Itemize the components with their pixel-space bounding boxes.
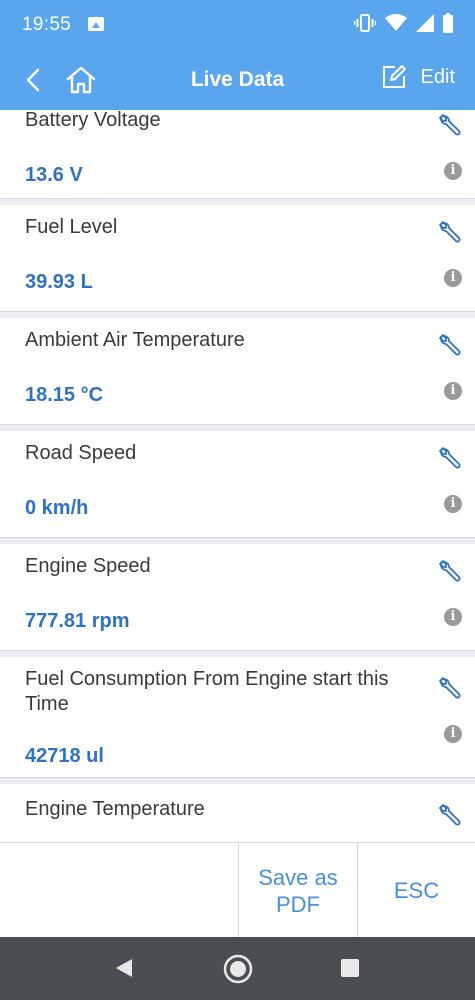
- item-name: Fuel Level: [25, 216, 118, 238]
- info-icon[interactable]: i: [444, 162, 462, 180]
- wifi-icon: [385, 14, 407, 31]
- item-value: 39.93 L: [25, 271, 93, 293]
- edit-icon: [382, 65, 406, 88]
- wrench-icon[interactable]: [437, 332, 463, 358]
- nav-back-icon[interactable]: [114, 957, 134, 979]
- vibrate-icon: [354, 14, 376, 32]
- wrench-icon[interactable]: [437, 675, 463, 701]
- wrench-icon[interactable]: [437, 219, 463, 245]
- wrench-icon[interactable]: [437, 445, 463, 471]
- status-time: 19:55: [22, 14, 72, 35]
- status-bar: 19:55: [0, 0, 475, 50]
- item-name: Battery Voltage: [25, 110, 161, 131]
- item-name: Road Speed: [25, 442, 137, 464]
- list-item: Engine Temperature: [0, 784, 475, 842]
- info-icon[interactable]: i: [444, 269, 462, 287]
- item-value: 18.15 °C: [25, 384, 104, 406]
- item-name: Engine Speed: [25, 555, 151, 577]
- list-item: Fuel Level 39.93 L i: [0, 205, 475, 312]
- image-notification-icon: [88, 17, 104, 31]
- item-name: Ambient Air Temperature: [25, 329, 245, 351]
- esc-button[interactable]: ESC: [358, 843, 475, 938]
- list-item: Road Speed 0 km/h i: [0, 431, 475, 538]
- list-item: Battery Voltage 13.6 V i: [0, 110, 475, 199]
- list-item: Ambient Air Temperature 18.15 °C i: [0, 318, 475, 425]
- nav-recents-icon[interactable]: [340, 958, 360, 978]
- item-value: 42718 ul: [25, 745, 104, 767]
- item-name: Engine Temperature: [25, 798, 205, 820]
- app-bar: Live Data Edit: [0, 50, 475, 110]
- list-item: Fuel Consumption From Engine start this …: [0, 657, 475, 778]
- item-value: 0 km/h: [25, 497, 89, 519]
- edit-label: Edit: [420, 65, 455, 88]
- esc-label: ESC: [393, 878, 440, 903]
- save-as-pdf-label: Save as PDF: [258, 864, 338, 917]
- item-value: 13.6 V: [25, 164, 83, 186]
- wrench-icon[interactable]: [437, 802, 463, 828]
- live-data-list[interactable]: Battery Voltage 13.6 V i Fuel Level 39.9…: [0, 110, 475, 842]
- signal-icon: [416, 14, 434, 32]
- edit-button[interactable]: Edit: [381, 64, 455, 90]
- info-icon[interactable]: i: [444, 495, 462, 513]
- item-value: 777.81 rpm: [25, 610, 130, 632]
- info-icon[interactable]: i: [444, 382, 462, 400]
- system-nav-bar: [0, 937, 475, 1000]
- item-name: Fuel Consumption From Engine start this …: [25, 668, 389, 715]
- list-item: Engine Speed 777.81 rpm i: [0, 544, 475, 651]
- action-bar: Save as PDF ESC: [0, 842, 475, 938]
- save-as-pdf-button[interactable]: Save as PDF: [239, 843, 357, 938]
- status-icons: [354, 13, 453, 33]
- info-icon[interactable]: i: [444, 608, 462, 626]
- wrench-icon[interactable]: [437, 558, 463, 584]
- info-icon[interactable]: i: [444, 725, 462, 743]
- battery-icon: [443, 13, 453, 33]
- wrench-icon[interactable]: [437, 112, 463, 138]
- nav-home-icon[interactable]: [222, 953, 254, 985]
